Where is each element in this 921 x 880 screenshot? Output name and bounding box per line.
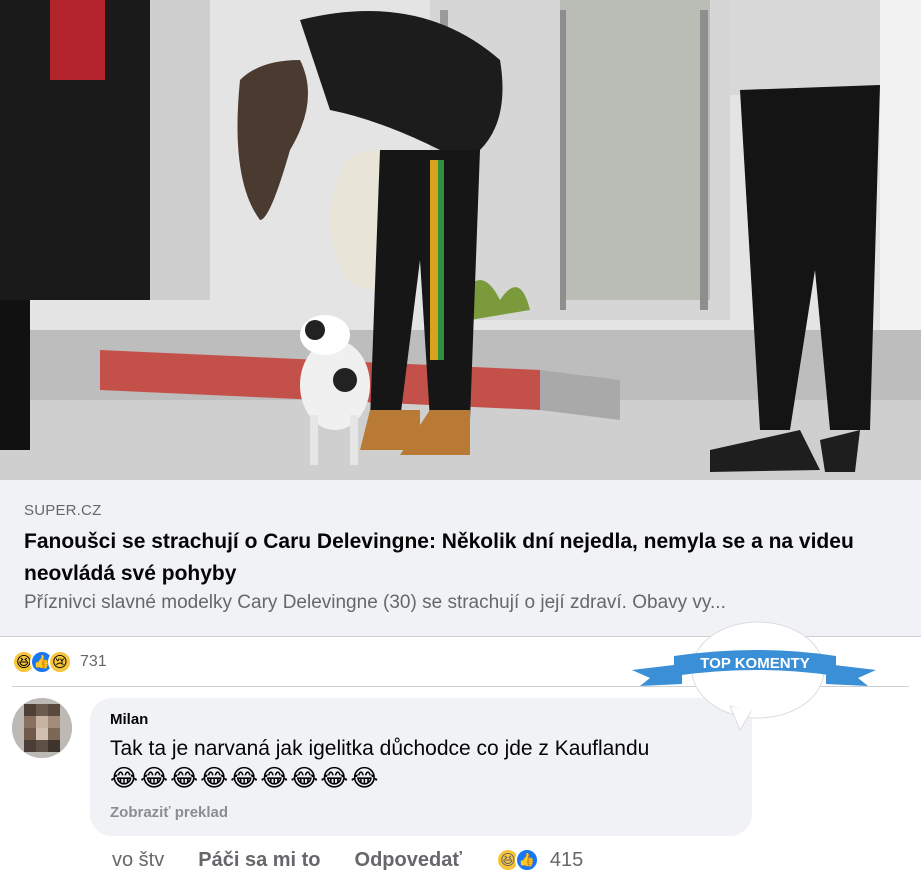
like-icon: 👍 — [514, 848, 539, 872]
article-photo-illustration — [0, 0, 921, 480]
translate-link[interactable]: Zobraziť preklad — [110, 804, 228, 821]
comment-actions: vo štv Páči sa mi to Odpovedať 😆 👍 415 — [112, 848, 583, 872]
badge-label: TOP KOMENTY — [700, 655, 809, 672]
avatar-pixelated-image — [12, 698, 72, 758]
speech-bubble-ribbon-icon: TOP KOMENTY — [632, 621, 876, 732]
reactions-count: 731 — [80, 653, 107, 670]
top-comments-badge: TOP KOMENTY — [630, 618, 880, 733]
link-source: SUPER.CZ — [24, 502, 102, 519]
link-description: Příznivci slavné modelky Cary Delevingne… — [24, 592, 726, 613]
article-photo[interactable] — [0, 0, 921, 480]
like-button[interactable]: Páči sa mi to — [198, 849, 320, 872]
comment-emojis: 😂😂😂😂😂😂😂😂😂 — [110, 765, 381, 792]
reply-button[interactable]: Odpovedať — [355, 849, 462, 872]
comment-reactions[interactable]: 😆 👍 415 — [495, 848, 584, 872]
comment-text: Tak ta je narvaná jak igelitka důchodce … — [110, 737, 650, 760]
comment-author[interactable]: Milan — [110, 711, 148, 728]
comment-timestamp[interactable]: vo štv — [112, 849, 164, 872]
comment-reactions-count: 415 — [549, 848, 584, 871]
avatar[interactable] — [12, 698, 72, 758]
link-preview[interactable]: SUPER.CZ Fanoušci se strachují o Caru De… — [0, 480, 921, 636]
reactions-summary[interactable]: 😆 👍 😢 731 — [12, 648, 107, 676]
sad-icon: 😢 — [48, 650, 72, 674]
link-headline[interactable]: Fanoušci se strachují o Caru Delevingne:… — [24, 526, 884, 590]
